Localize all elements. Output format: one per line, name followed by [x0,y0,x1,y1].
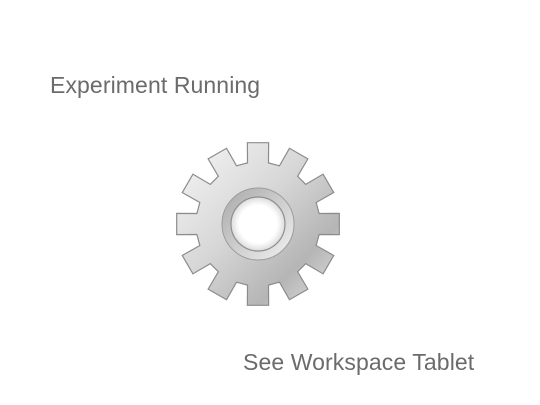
status-text: Experiment Running [50,72,261,98]
gear-icon [172,138,344,310]
gear-hole [230,196,286,252]
hint-text: See Workspace Tablet [243,349,475,375]
